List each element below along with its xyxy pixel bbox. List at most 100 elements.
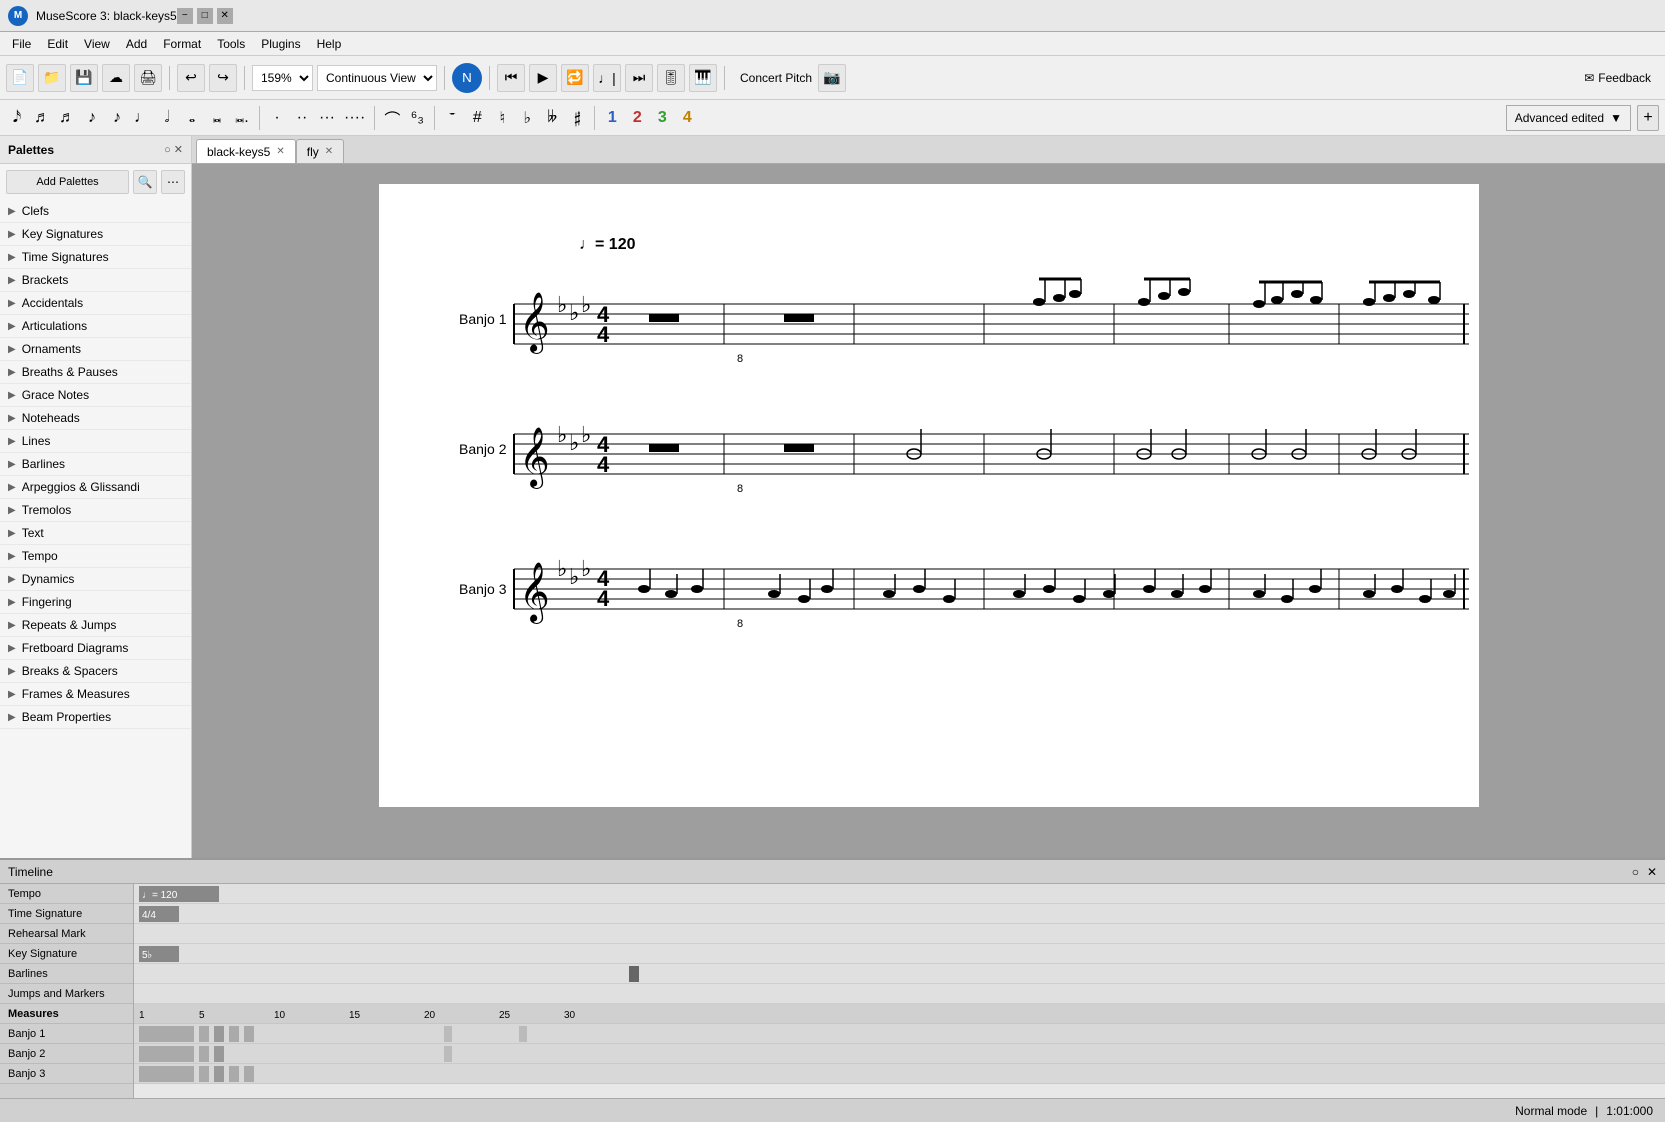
palette-item-beam[interactable]: ▶Beam Properties — [0, 706, 191, 729]
piano-button[interactable]: 🎹 — [689, 64, 717, 92]
banjo3-qn5 — [798, 595, 810, 603]
note-maxima-btn[interactable]: 𝅜. — [231, 105, 253, 131]
timeline-close-btn[interactable]: ✕ — [1647, 865, 1657, 879]
palette-item-breaks[interactable]: ▶Breaks & Spacers — [0, 660, 191, 683]
note-32nd-btn[interactable]: ♬ — [56, 105, 78, 131]
palette-item-key-signatures[interactable]: ▶Key Signatures — [0, 223, 191, 246]
menu-help[interactable]: Help — [309, 35, 350, 53]
dotdot-btn[interactable]: ·· — [291, 105, 313, 131]
dotdotdot-btn[interactable]: ··· — [316, 105, 338, 131]
menu-view[interactable]: View — [76, 35, 118, 53]
palette-item-dynamics[interactable]: ▶Dynamics — [0, 568, 191, 591]
triplet-btn[interactable]: ⁶₃ — [406, 105, 428, 131]
rest-btn[interactable]: 𝄻 — [441, 105, 463, 131]
voice2-btn[interactable]: 2 — [626, 105, 648, 131]
mixer-button[interactable]: 🎚 — [657, 64, 685, 92]
advanced-dropdown[interactable]: Advanced edited ▼ — [1506, 105, 1631, 131]
menu-edit[interactable]: Edit — [39, 35, 76, 53]
sheet-container[interactable]: ♩= 120 Banjo 1 𝄞 ♭ ♭ ♭ 4 4 — [192, 164, 1665, 858]
tl-label-banjo1: Banjo 1 — [0, 1024, 133, 1044]
palette-item-repeats[interactable]: ▶Repeats & Jumps — [0, 614, 191, 637]
palette-item-fretboard[interactable]: ▶Fretboard Diagrams — [0, 637, 191, 660]
menu-format[interactable]: Format — [155, 35, 209, 53]
maximize-button[interactable]: □ — [197, 8, 213, 24]
palette-item-breaths[interactable]: ▶Breaths & Pauses — [0, 361, 191, 384]
flat-btn[interactable]: ♭ — [516, 105, 538, 131]
palette-item-brackets[interactable]: ▶Brackets — [0, 269, 191, 292]
rewind-button[interactable]: ⏮ — [497, 64, 525, 92]
print-button[interactable]: 🖨 — [134, 64, 162, 92]
menu-tools[interactable]: Tools — [209, 35, 253, 53]
tab-close-black-keys5[interactable]: ✕ — [276, 146, 284, 157]
add-palettes-button[interactable]: Add Palettes — [6, 170, 129, 194]
slur-btn[interactable]: ⌒ — [381, 105, 403, 131]
menu-add[interactable]: Add — [118, 35, 155, 53]
menu-file[interactable]: File — [4, 35, 39, 53]
tab-close-fly[interactable]: ✕ — [325, 146, 333, 157]
dotdotdotdot-btn[interactable]: ···· — [341, 105, 368, 131]
palette-item-noteheads[interactable]: ▶Noteheads — [0, 407, 191, 430]
palette-item-tempo[interactable]: ▶Tempo — [0, 545, 191, 568]
concert-pitch-button[interactable]: 📷 — [818, 64, 846, 92]
palettes-close-btn[interactable]: ○ ✕ — [164, 143, 183, 156]
tab-fly[interactable]: fly ✕ — [296, 139, 344, 163]
status-sep: | — [1595, 1104, 1598, 1118]
note-quarter-btn[interactable]: ♩ — [131, 105, 153, 131]
metronome-button[interactable]: ♩| — [593, 64, 621, 92]
palette-item-text[interactable]: ▶Text — [0, 522, 191, 545]
note-16th-btn[interactable]: ♪ — [81, 105, 103, 131]
note-64th-btn[interactable]: ♬ — [31, 105, 53, 131]
palette-more-button[interactable]: ⋯ — [161, 170, 185, 194]
end-button[interactable]: ⏭ — [625, 64, 653, 92]
palette-item-grace-notes[interactable]: ▶Grace Notes — [0, 384, 191, 407]
undo-button[interactable]: ↩ — [177, 64, 205, 92]
palette-item-arpeggios[interactable]: ▶Arpeggios & Glissandi — [0, 476, 191, 499]
share-button[interactable]: ☁ — [102, 64, 130, 92]
open-button[interactable]: 📁 — [38, 64, 66, 92]
redo-button[interactable]: ↪ — [209, 64, 237, 92]
timeline-collapse-btn[interactable]: ○ — [1632, 865, 1639, 879]
loop-button[interactable]: 🔁 — [561, 64, 589, 92]
palette-item-barlines[interactable]: ▶Barlines — [0, 453, 191, 476]
dbl-flat-btn[interactable]: 𝄫 — [541, 105, 563, 131]
note-input-button[interactable]: N — [452, 63, 482, 93]
palette-item-clefs[interactable]: ▶Clefs — [0, 200, 191, 223]
palette-item-lines[interactable]: ▶Lines — [0, 430, 191, 453]
palette-item-fingering[interactable]: ▶Fingering — [0, 591, 191, 614]
view-mode-select[interactable]: Continuous View Page View — [317, 65, 437, 91]
note-half-btn[interactable]: 𝅗𝅥 — [156, 105, 178, 131]
note-grace-btn[interactable]: 𝅘𝅥𝅯 — [6, 105, 28, 131]
menu-plugins[interactable]: Plugins — [253, 35, 308, 53]
palette-search-button[interactable]: 🔍 — [133, 170, 157, 194]
palette-item-articulations[interactable]: ▶Articulations — [0, 315, 191, 338]
natural-btn[interactable]: ♮ — [491, 105, 513, 131]
tl-barlines-block — [629, 966, 639, 982]
palette-item-time-signatures[interactable]: ▶Time Signatures — [0, 246, 191, 269]
voice3-btn[interactable]: 3 — [651, 105, 673, 131]
sharp-btn[interactable]: # — [466, 105, 488, 131]
voice1-btn[interactable]: 1 — [601, 105, 623, 131]
note-8th-btn[interactable]: ♪ — [106, 105, 128, 131]
palette-item-ornaments[interactable]: ▶Ornaments — [0, 338, 191, 361]
feedback-button[interactable]: ✉ Feedback — [1576, 71, 1659, 85]
save-button[interactable]: 💾 — [70, 64, 98, 92]
banjo3-qn6 — [821, 585, 833, 593]
banjo1-note1 — [1033, 298, 1045, 306]
dbl-natural-btn[interactable]: 𝄰 — [566, 105, 588, 131]
close-button[interactable]: ✕ — [217, 8, 233, 24]
dot-btn[interactable]: · — [266, 105, 288, 131]
palette-item-accidentals[interactable]: ▶Accidentals — [0, 292, 191, 315]
voice4-btn[interactable]: 4 — [676, 105, 698, 131]
score-svg: ♩= 120 Banjo 1 𝄞 ♭ ♭ ♭ 4 4 — [419, 214, 1479, 774]
palette-item-tremolos[interactable]: ▶Tremolos — [0, 499, 191, 522]
palette-item-frames[interactable]: ▶Frames & Measures — [0, 683, 191, 706]
add-palette-plus[interactable]: + — [1637, 105, 1659, 131]
new-button[interactable]: 📄 — [6, 64, 34, 92]
banjo3-qn11 — [1043, 585, 1055, 593]
note-breve-btn[interactable]: 𝅜 — [206, 105, 228, 131]
minimize-button[interactable]: − — [177, 8, 193, 24]
note-whole-btn[interactable]: 𝅝 — [181, 105, 203, 131]
play-button[interactable]: ▶ — [529, 64, 557, 92]
zoom-select[interactable]: 159% 100% 150% 200% — [252, 65, 313, 91]
tab-black-keys5[interactable]: black-keys5 ✕ — [196, 139, 296, 163]
